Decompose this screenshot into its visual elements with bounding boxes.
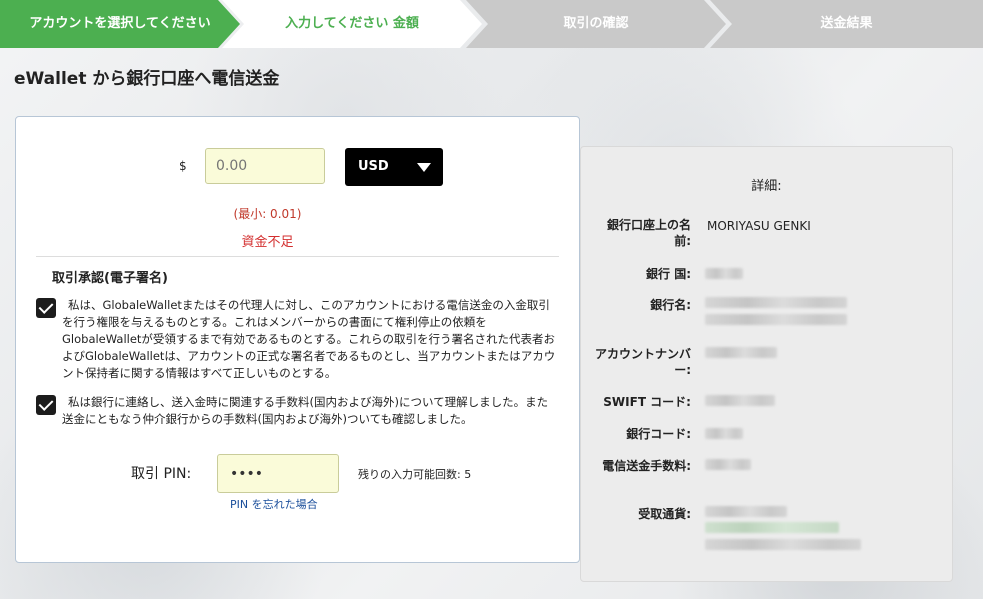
fees-text: 私は銀行に連絡し、送入金時に関連する手数料(国内および海外)について理解しました… <box>62 395 549 426</box>
details-card: 詳細: 銀行口座上の名前: MORIYASU GENKI 銀行 国: 銀行名: … <box>580 146 953 582</box>
redacted-value <box>705 314 847 325</box>
redacted-value <box>705 347 777 358</box>
signature-section-title: 取引承認(電子署名) <box>52 271 168 286</box>
details-heading: 詳細: <box>751 179 782 194</box>
insufficient-funds-error: 資金不足 <box>241 235 294 250</box>
account-number-label: アカウントナンバー: <box>594 347 691 377</box>
redacted-value <box>705 539 861 550</box>
redacted-value <box>705 506 787 517</box>
divider <box>36 256 559 257</box>
step-select-account: アカウントを選択してください <box>0 0 240 48</box>
authorization-checkbox[interactable] <box>36 298 56 318</box>
redacted-value <box>705 522 839 533</box>
currency-symbol: $ <box>179 159 187 173</box>
amount-input[interactable] <box>205 148 325 184</box>
forgot-pin-link[interactable]: PIN を忘れた場合 <box>230 496 318 512</box>
swift-code-label: SWIFT コード: <box>603 395 691 409</box>
fees-checkbox[interactable] <box>36 395 56 415</box>
transfer-fee-label: 電信送金手数料: <box>602 459 691 473</box>
account-name-label: 銀行口座上の名前: <box>606 218 691 248</box>
step-enter-amount: 入力してください 金額 <box>222 0 482 48</box>
step-result: 送金結果 <box>710 0 983 48</box>
redacted-value <box>705 428 743 439</box>
caret-down-icon <box>417 163 431 172</box>
bank-code-label: 銀行コード: <box>626 427 691 441</box>
bank-name-label: 銀行名: <box>650 298 691 312</box>
redacted-value <box>705 268 743 279</box>
pin-label: 取引 PIN: <box>131 466 192 482</box>
minimum-amount-note: (最小: 0.01) <box>233 207 302 221</box>
bank-country-label: 銀行 国: <box>646 267 691 281</box>
receive-currency-label: 受取通貨: <box>638 507 691 521</box>
currency-select[interactable]: USD <box>345 148 443 186</box>
account-name-value: MORIYASU GENKI <box>707 219 811 233</box>
redacted-value <box>705 459 751 470</box>
transfer-form-card: $ USD (最小: 0.01) 資金不足 取引承認(電子署名) 私は、Glob… <box>15 116 580 563</box>
progress-steps: アカウントを選択してください 入力してください 金額 取引の確認 送金結果 <box>0 0 983 48</box>
pin-remaining-attempts: 残りの入力可能回数: 5 <box>358 468 472 481</box>
currency-select-value: USD <box>358 159 389 174</box>
page-title: eWallet から銀行口座へ電信送金 <box>14 69 280 89</box>
redacted-value <box>705 297 847 308</box>
redacted-value <box>705 395 775 406</box>
authorization-text: 私は、GlobaleWalletまたはその代理人に対し、このアカウントにおける電… <box>62 298 556 380</box>
pin-input[interactable] <box>217 454 339 493</box>
step-confirm: 取引の確認 <box>466 0 726 48</box>
